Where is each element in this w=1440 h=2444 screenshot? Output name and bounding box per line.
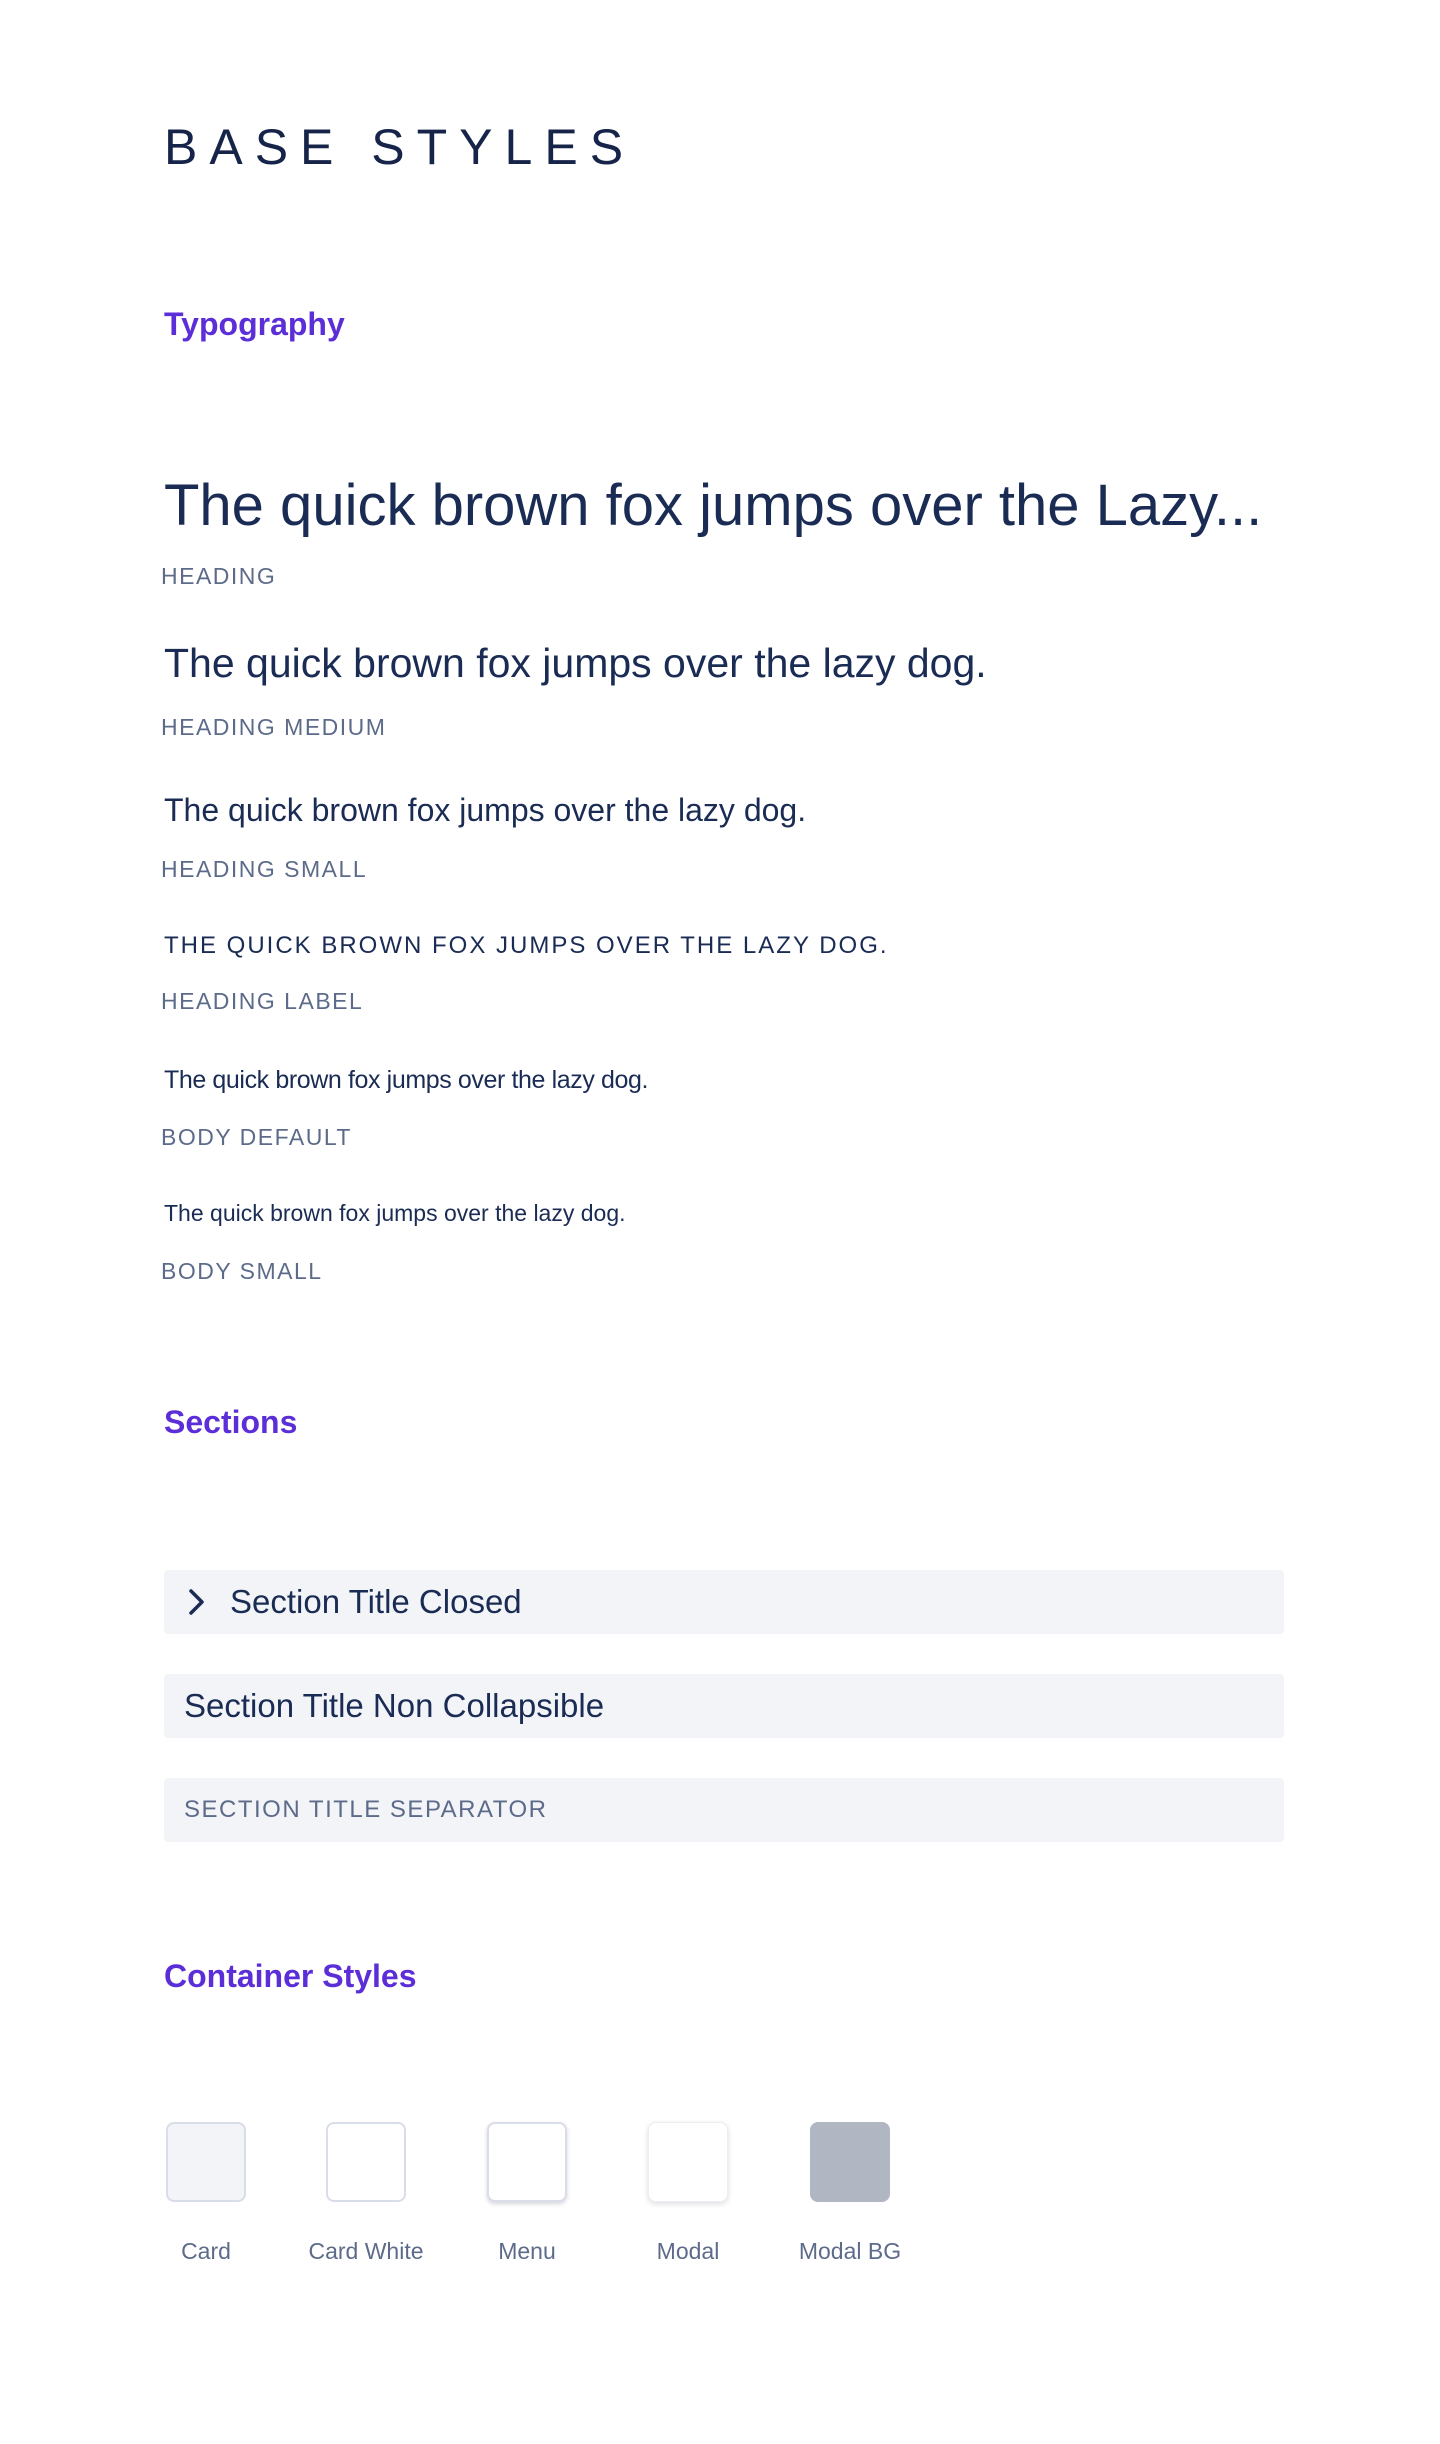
heading-medium-sample: The quick brown fox jumps over the lazy … xyxy=(164,640,987,686)
swatch-modal: Modal xyxy=(608,2122,768,2265)
body-small-sample: The quick brown fox jumps over the lazy … xyxy=(164,1200,626,1226)
body-small-caption: BODY SMALL xyxy=(161,1258,323,1284)
swatch-card-white: Card White xyxy=(286,2122,446,2265)
chevron-right-icon[interactable] xyxy=(186,1588,208,1616)
heading-medium-caption: HEADING MEDIUM xyxy=(161,714,387,740)
card-white-swatch-box xyxy=(326,2122,406,2202)
menu-swatch-box xyxy=(487,2122,567,2202)
section-title-separator-label: SECTION TITLE SEPARATOR xyxy=(184,1796,548,1823)
container-swatches: Card Card White Menu Modal Modal BG xyxy=(164,2122,1284,2282)
container-styles-heading: Container Styles xyxy=(164,1958,417,1994)
section-title-closed-label: Section Title Closed xyxy=(230,1583,522,1620)
swatch-modal-label: Modal xyxy=(656,2238,720,2264)
heading-small-caption: HEADING SMALL xyxy=(161,856,368,882)
swatch-card-label: Card xyxy=(181,2238,231,2264)
heading-sample: The quick brown fox jumps over the Lazy.… xyxy=(164,473,1263,538)
modal-swatch-box xyxy=(648,2122,728,2202)
swatch-menu: Menu xyxy=(447,2122,607,2265)
swatch-card: Card xyxy=(126,2122,286,2265)
heading-label-sample: THE QUICK BROWN FOX JUMPS OVER THE LAZY … xyxy=(164,932,889,959)
section-title-closed[interactable]: Section Title Closed xyxy=(164,1570,1284,1634)
section-title-non-collapsible: Section Title Non Collapsible xyxy=(164,1674,1284,1738)
card-swatch-box xyxy=(166,2122,246,2202)
heading-small-sample: The quick brown fox jumps over the lazy … xyxy=(164,792,807,828)
typography-heading: Typography xyxy=(164,306,345,342)
sections-heading: Sections xyxy=(164,1404,298,1440)
swatch-modal-bg-label: Modal BG xyxy=(798,2238,902,2264)
section-title-separator: SECTION TITLE SEPARATOR xyxy=(164,1778,1284,1842)
body-default-caption: BODY DEFAULT xyxy=(161,1124,352,1150)
modal-bg-swatch-box xyxy=(810,2122,890,2202)
heading-label-caption: HEADING LABEL xyxy=(161,988,364,1014)
swatch-menu-label: Menu xyxy=(498,2238,556,2264)
section-title-non-collapsible-label: Section Title Non Collapsible xyxy=(184,1687,605,1724)
page-title: BASE STYLES xyxy=(164,119,636,175)
heading-caption: HEADING xyxy=(161,563,277,589)
swatch-modal-bg: Modal BG xyxy=(770,2122,930,2265)
body-default-sample: The quick brown fox jumps over the lazy … xyxy=(164,1066,649,1094)
swatch-card-white-label: Card White xyxy=(308,2238,424,2264)
